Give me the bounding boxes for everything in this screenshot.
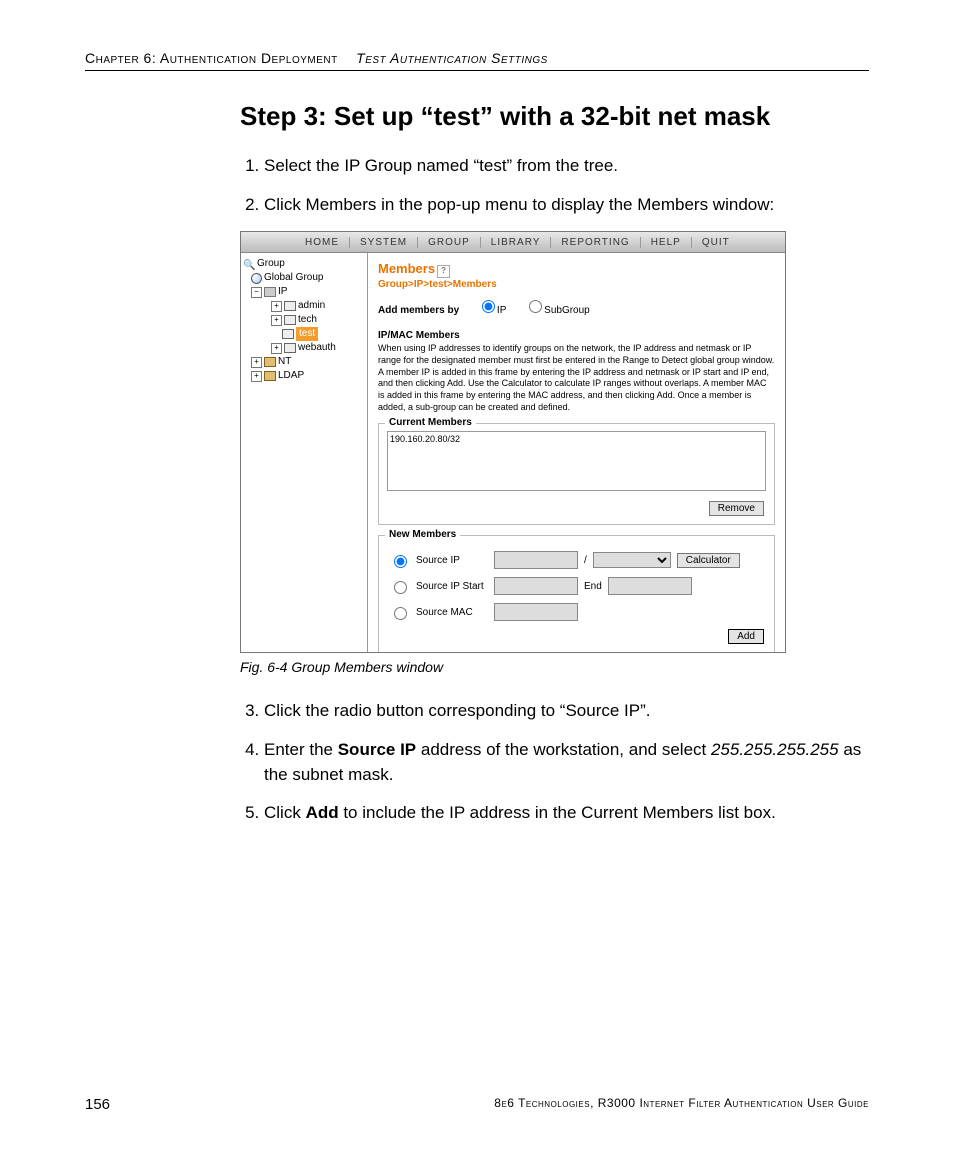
book-title: 8e6 Technologies, R3000 Internet Filter … — [494, 1096, 869, 1113]
help-text: When using IP addresses to identify grou… — [378, 343, 775, 413]
new-members-fieldset: New Members Source IP / Calculator Sourc… — [378, 535, 775, 652]
detail-pane: Members? Group>IP>test>Members Add membe… — [368, 253, 785, 652]
current-member-item[interactable]: 190.160.20.80/32 — [390, 434, 763, 444]
expand-icon[interactable]: + — [251, 371, 262, 382]
remove-button[interactable]: Remove — [709, 501, 764, 516]
tree-ldap[interactable]: LDAP — [278, 369, 304, 383]
breadcrumb: Group>IP>test>Members — [378, 279, 775, 290]
menu-system[interactable]: SYSTEM — [350, 237, 418, 248]
expand-icon[interactable]: − — [251, 287, 262, 298]
book-icon — [264, 357, 276, 367]
monitor-icon — [284, 315, 296, 325]
ipmac-title: IP/MAC Members — [378, 330, 775, 341]
radio-subgroup-label: SubGroup — [544, 305, 590, 316]
menu-group[interactable]: GROUP — [418, 237, 481, 248]
globe-icon — [251, 273, 262, 284]
slash-label: / — [584, 555, 587, 566]
step-4: Enter the Source IP address of the works… — [264, 738, 869, 787]
monitor-icon — [282, 329, 294, 339]
step-list-bottom: Click the radio button corresponding to … — [240, 699, 869, 826]
new-members-legend: New Members — [385, 529, 460, 540]
radio-ip[interactable] — [482, 300, 495, 313]
tree-nt[interactable]: NT — [278, 355, 291, 369]
page-number: 156 — [85, 1096, 110, 1113]
app-screenshot: HOME SYSTEM GROUP LIBRARY REPORTING HELP… — [240, 231, 786, 653]
current-members-fieldset: Current Members 190.160.20.80/32 Remove — [378, 423, 775, 525]
tree-webauth[interactable]: webauth — [298, 341, 336, 355]
expand-icon[interactable]: + — [271, 343, 282, 354]
cube-icon — [264, 287, 276, 297]
content-area: Step 3: Set up “test” with a 32-bit net … — [240, 101, 869, 826]
step-2: Click Members in the pop-up menu to disp… — [264, 193, 869, 218]
radio-ip-label: IP — [497, 305, 506, 316]
step-5: Click Add to include the IP address in t… — [264, 801, 869, 826]
page-footer: 156 8e6 Technologies, R3000 Internet Fil… — [85, 1096, 869, 1113]
calculator-button[interactable]: Calculator — [677, 553, 740, 568]
tree-tech[interactable]: tech — [298, 313, 317, 327]
step-list-top: Select the IP Group named “test” from th… — [240, 154, 869, 217]
source-mac-input[interactable] — [494, 603, 578, 621]
header-chapter: Chapter 6: Authentication Deployment — [85, 50, 338, 66]
group-icon: 🔍 — [243, 259, 255, 269]
tree-global[interactable]: Global Group — [264, 271, 323, 285]
tree-pane: 🔍Group Global Group − IP + admin + tech tes… — [241, 253, 368, 652]
expand-icon[interactable]: + — [271, 315, 282, 326]
menu-library[interactable]: LIBRARY — [481, 237, 552, 248]
current-members-legend: Current Members — [385, 417, 476, 428]
addby-label: Add members by — [378, 305, 459, 316]
menu-bar: HOME SYSTEM GROUP LIBRARY REPORTING HELP… — [241, 232, 785, 253]
expand-icon[interactable]: + — [271, 301, 282, 312]
radio-source-mac[interactable] — [394, 607, 407, 620]
radio-subgroup[interactable] — [529, 300, 542, 313]
expand-icon[interactable]: + — [251, 357, 262, 368]
menu-home[interactable]: HOME — [295, 237, 350, 248]
book-icon — [264, 371, 276, 381]
radio-source-ip[interactable] — [394, 555, 407, 568]
page-header: Chapter 6: Authentication Deployment Tes… — [85, 50, 869, 71]
tree-root[interactable]: Group — [257, 257, 285, 271]
current-members-list[interactable]: 190.160.20.80/32 — [387, 431, 766, 491]
end-label: End — [584, 581, 602, 592]
menu-reporting[interactable]: REPORTING — [551, 237, 640, 248]
menu-quit[interactable]: QUIT — [692, 237, 740, 248]
add-button[interactable]: Add — [728, 629, 764, 644]
src-ip-start-label: Source IP Start — [416, 581, 488, 592]
src-ip-label: Source IP — [416, 555, 488, 566]
monitor-icon — [284, 301, 296, 311]
monitor-icon — [284, 343, 296, 353]
tree-ip[interactable]: IP — [278, 285, 287, 299]
tree-admin[interactable]: admin — [298, 299, 325, 313]
step-1: Select the IP Group named “test” from th… — [264, 154, 869, 179]
menu-help[interactable]: HELP — [641, 237, 692, 248]
source-ip-end-input[interactable] — [608, 577, 692, 595]
detail-title: Members — [378, 261, 435, 276]
src-mac-label: Source MAC — [416, 607, 488, 618]
figure-caption: Fig. 6-4 Group Members window — [240, 659, 869, 675]
step-title: Step 3: Set up “test” with a 32-bit net … — [240, 101, 869, 132]
netmask-select[interactable] — [593, 552, 671, 568]
tree-test[interactable]: test — [296, 327, 318, 341]
header-section: Test Authentication Settings — [356, 50, 548, 66]
source-ip-start-input[interactable] — [494, 577, 578, 595]
source-ip-input[interactable] — [494, 551, 578, 569]
step-3: Click the radio button corresponding to … — [264, 699, 869, 724]
help-icon[interactable]: ? — [437, 265, 450, 278]
radio-source-ip-start[interactable] — [394, 581, 407, 594]
